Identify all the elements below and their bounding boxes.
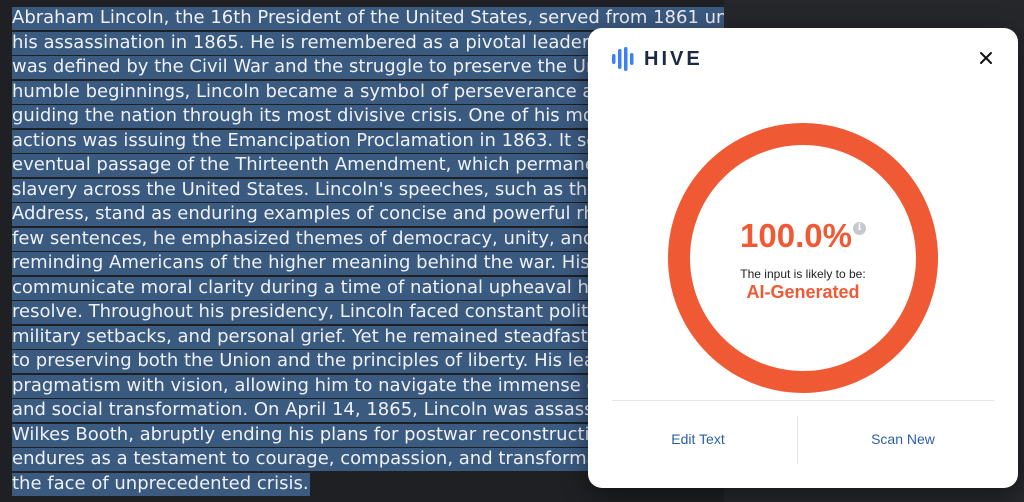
document-line-text: reminding Americans of the higher meanin… (12, 252, 641, 275)
document-line-text: to preserving both the Union and the pri… (12, 350, 636, 373)
document-line-text: guiding the nation through its most divi… (12, 105, 643, 128)
edit-text-button[interactable]: Edit Text (612, 428, 784, 450)
score-ring: 100.0% The input is likely to be: AI-Gen… (667, 122, 939, 394)
document-line-text: pragmatism with vision, allowing him to … (12, 374, 641, 398)
document-line-text: humble beginnings, Lincoln became a symb… (12, 80, 640, 104)
close-button[interactable] (978, 50, 994, 66)
document-line-text: the face of unprecedented crisis. (12, 472, 310, 496)
document-line-text: communicate moral clarity during a time … (12, 276, 640, 300)
scan-new-button[interactable]: Scan New (810, 428, 996, 450)
score-ring-arc (668, 123, 938, 393)
document-line-text: and social transformation. On April 14, … (12, 399, 641, 422)
horizontal-divider (612, 400, 994, 401)
score-ring-graphic (668, 123, 938, 393)
document-line-text: eventual passage of the Thirteenth Amend… (12, 154, 632, 177)
document-line-text: Address, stand as enduring examples of c… (12, 203, 633, 226)
document-line-text: actions was issuing the Emancipation Pro… (12, 129, 641, 153)
document-line-text: resolve. Throughout his presidency, Linc… (12, 301, 636, 324)
document-line-text: Abraham Lincoln, the 16th President of t… (12, 7, 724, 30)
hive-logo: HIVE (612, 47, 703, 71)
score-value-row: 100.0% (667, 218, 939, 254)
score-value: 100.0% (740, 217, 852, 254)
brand-name: HIVE (644, 47, 703, 70)
document-line: Abraham Lincoln, the 16th President of t… (12, 6, 724, 31)
vertical-divider (797, 416, 798, 464)
document-line-text: was defined by the Civil War and the str… (12, 56, 632, 79)
info-icon[interactable] (852, 222, 866, 235)
likely-label: The input is likely to be: (740, 267, 866, 281)
close-icon (980, 52, 992, 64)
hive-logo-icon (612, 47, 634, 71)
document-line-text: few sentences, he emphasized themes of d… (12, 227, 639, 251)
document-line-text: military setbacks, and personal grief. Y… (12, 325, 643, 349)
document-line-text: slavery across the United States. Lincol… (12, 178, 631, 202)
document-line-text: Wilkes Booth, abruptly ending his plans … (12, 423, 638, 447)
verdict-label: AI-Generated (746, 282, 860, 302)
document-line-text: his assassination in 1865. He is remembe… (12, 31, 654, 55)
hive-detection-popup: HIVE 100.0% The input is likely to be: A… (588, 28, 1018, 488)
document-line-text: endures as a testament to courage, compa… (12, 448, 633, 471)
